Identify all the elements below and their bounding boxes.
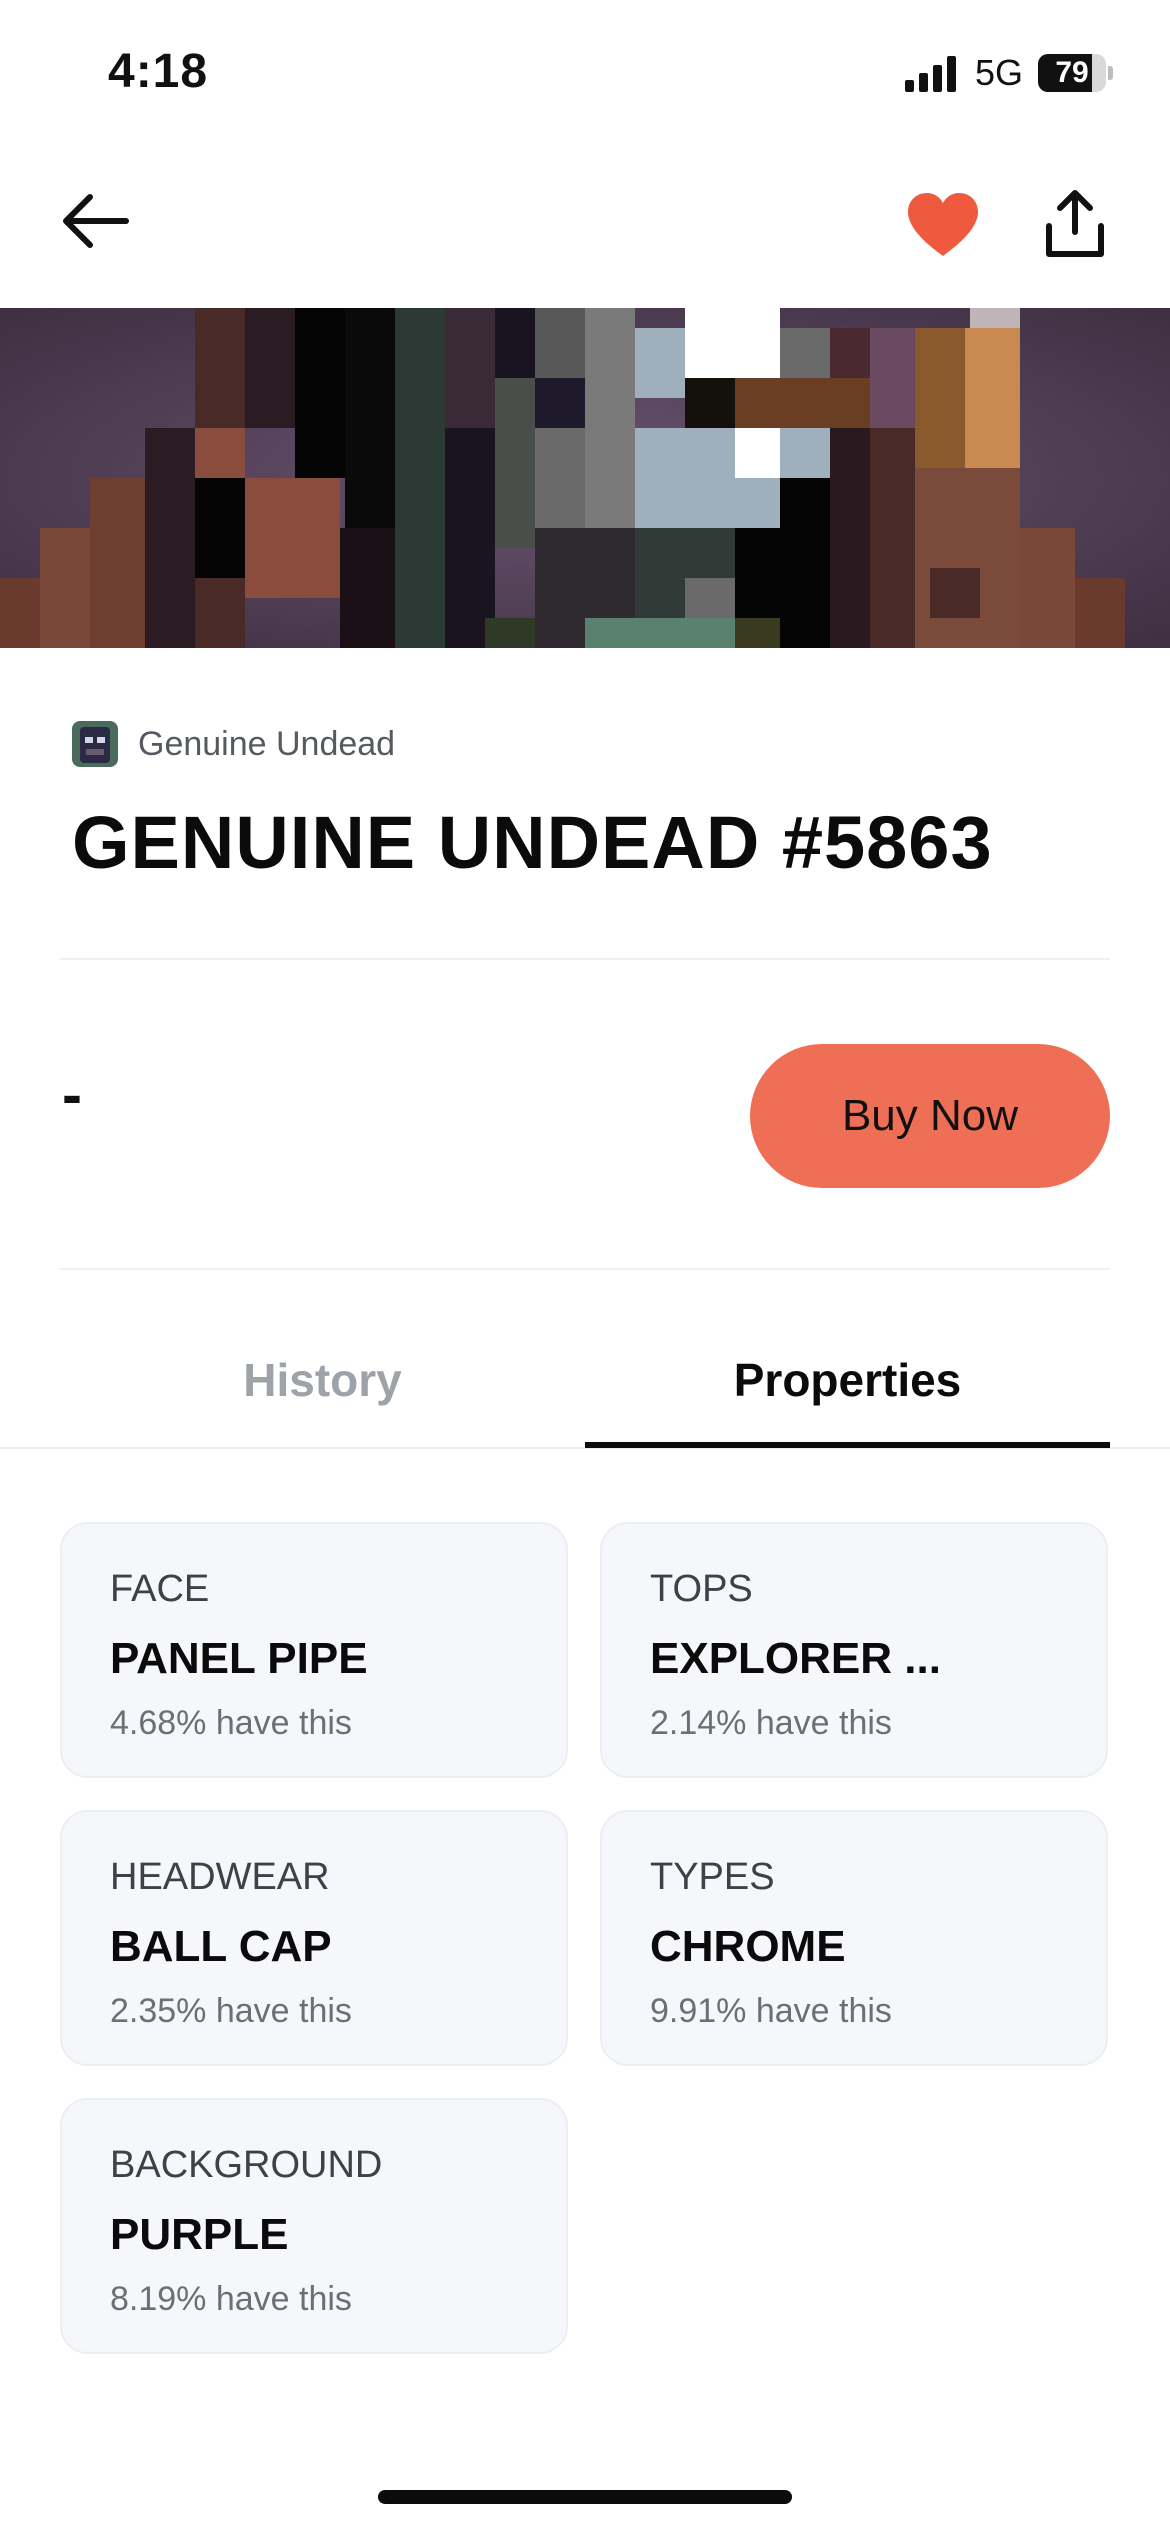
property-rarity: 4.68% have this xyxy=(110,1704,352,1742)
property-card-headwear[interactable]: HEADWEAR BALL CAP 2.35% have this xyxy=(60,1810,568,2066)
favorite-button[interactable] xyxy=(898,180,988,270)
network-label: 5G xyxy=(975,52,1024,93)
collection-name: Genuine Undead xyxy=(138,724,396,763)
property-rarity: 2.14% have this xyxy=(650,1704,892,1742)
property-value: CHROME xyxy=(650,1922,846,1971)
property-type: TOPS xyxy=(650,1568,753,1610)
property-rarity: 2.35% have this xyxy=(110,1992,352,2030)
arrow-left-icon xyxy=(63,194,129,248)
property-type: BACKGROUND xyxy=(110,2144,383,2186)
share-button[interactable] xyxy=(1030,180,1120,270)
price-value: - xyxy=(62,1061,82,1128)
nft-pixel-art xyxy=(0,308,1170,648)
property-value: EXPLORER ... xyxy=(650,1634,941,1683)
active-tab-indicator xyxy=(585,1442,1110,1448)
status-bar: 4:18 5G 79 xyxy=(0,0,1170,150)
heart-icon xyxy=(908,193,978,256)
property-rarity: 8.19% have this xyxy=(110,2280,352,2318)
property-type: HEADWEAR xyxy=(110,1856,330,1898)
cellular-signal-icon xyxy=(905,56,956,92)
back-button[interactable] xyxy=(50,180,140,270)
property-value: PANEL PIPE xyxy=(110,1634,368,1683)
property-type: FACE xyxy=(110,1568,210,1610)
property-value: PURPLE xyxy=(110,2210,289,2259)
home-indicator[interactable] xyxy=(378,2490,792,2504)
collection-link[interactable]: Genuine Undead xyxy=(72,720,395,768)
battery-icon: 79 xyxy=(1038,54,1114,92)
tab-history[interactable]: History xyxy=(60,1330,585,1450)
property-type: TYPES xyxy=(650,1856,775,1898)
collection-avatar xyxy=(72,721,118,767)
divider xyxy=(60,958,1110,960)
property-card-background[interactable]: BACKGROUND PURPLE 8.19% have this xyxy=(60,2098,568,2354)
divider xyxy=(60,1268,1110,1270)
tab-bar: History Properties xyxy=(0,1330,1170,1450)
status-time: 4:18 xyxy=(108,45,209,98)
battery-level: 79 xyxy=(1055,56,1089,89)
property-rarity: 9.91% have this xyxy=(650,1992,892,2030)
property-value: BALL CAP xyxy=(110,1922,332,1971)
property-card-tops[interactable]: TOPS EXPLORER ... 2.14% have this xyxy=(600,1522,1108,1778)
item-title: GENUINE UNDEAD #5863 xyxy=(72,801,993,884)
nft-image xyxy=(0,308,1170,648)
tab-properties[interactable]: Properties xyxy=(585,1330,1110,1450)
property-card-types[interactable]: TYPES CHROME 9.91% have this xyxy=(600,1810,1108,2066)
buy-now-button[interactable]: Buy Now xyxy=(750,1044,1110,1188)
share-icon xyxy=(1046,190,1104,257)
property-card-face[interactable]: FACE PANEL PIPE 4.68% have this xyxy=(60,1522,568,1778)
